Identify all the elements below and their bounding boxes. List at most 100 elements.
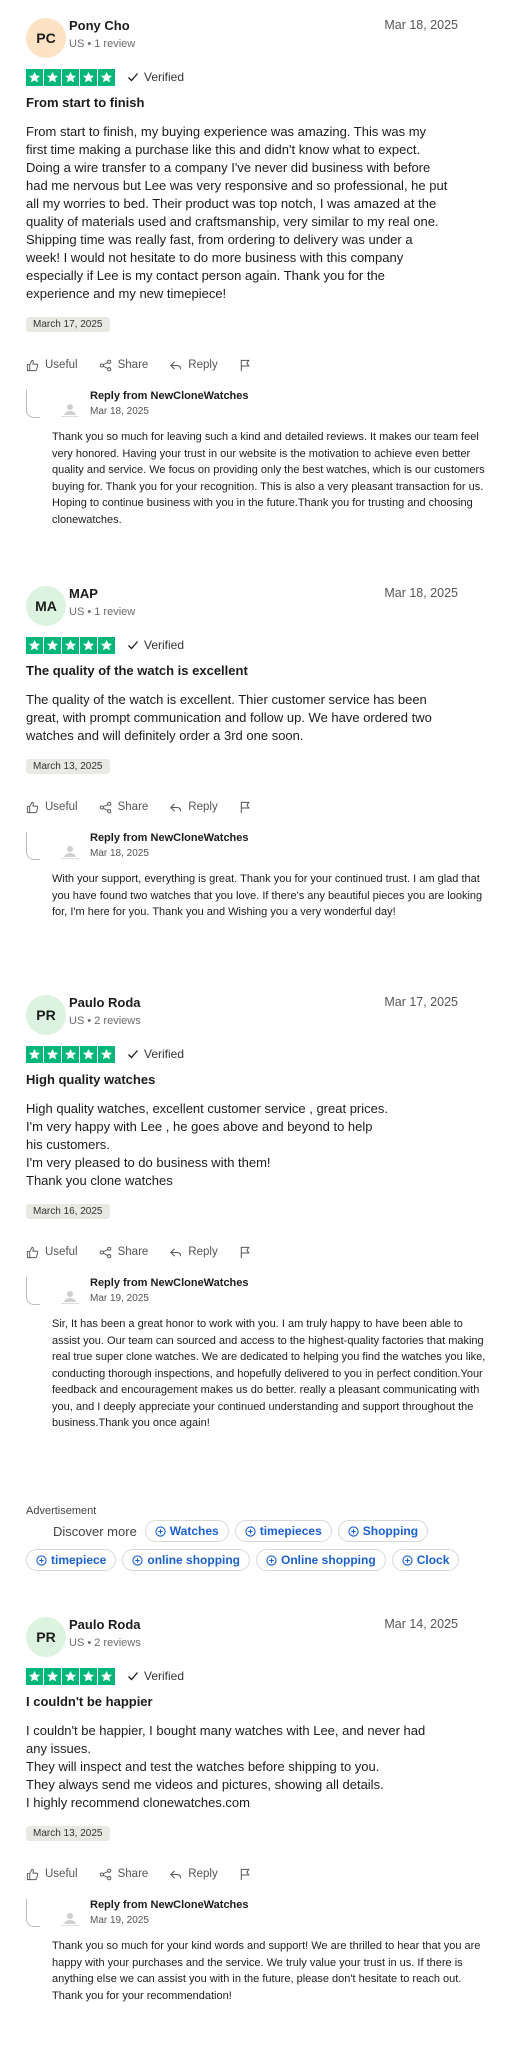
reply-from: Reply from NewCloneWatches	[90, 1899, 249, 1911]
star-icon	[98, 636, 115, 654]
plus-circle-icon	[245, 1525, 256, 1537]
flag-icon	[240, 1246, 250, 1258]
flag-icon	[240, 1868, 250, 1880]
star-icon	[98, 1667, 115, 1685]
avatar[interactable]: PC	[26, 18, 66, 58]
reply-text: With your support, everything is great. …	[52, 873, 483, 918]
reply-date: Mar 18, 2025	[90, 848, 149, 859]
ad-chip-watches[interactable]: Watches	[144, 1520, 229, 1542]
share-label: Share	[117, 801, 149, 813]
report-button[interactable]	[239, 1868, 258, 1881]
useful-button[interactable]: Useful	[26, 801, 78, 814]
star-icon	[80, 636, 97, 654]
review-date: Mar 18, 2025	[384, 586, 458, 600]
reply-header: Reply from NewCloneWatches Mar 18, 2025	[52, 390, 486, 424]
share-button[interactable]: Share	[99, 1246, 149, 1259]
ad-chip-shopping[interactable]: Shopping	[337, 1520, 429, 1542]
ad-chip-online-shopping[interactable]: online shopping	[122, 1549, 251, 1571]
reply-arrow-icon	[170, 360, 182, 370]
verified-label: Verified	[144, 1669, 185, 1683]
ad-chip-row: Discover more Watches timepieces Shoppin…	[26, 1520, 434, 1542]
report-button[interactable]	[239, 359, 258, 372]
review-title[interactable]: I couldn't be happier	[26, 1693, 486, 1711]
share-button[interactable]: Share	[99, 1868, 149, 1881]
star-icon	[62, 1667, 79, 1685]
review-body: The quality of the watch is excellent. T…	[26, 692, 432, 743]
star-icon	[80, 1045, 97, 1063]
ad-chip-timepiece[interactable]: timepiece	[26, 1549, 117, 1571]
plus-circle-icon	[266, 1554, 277, 1566]
share-button[interactable]: Share	[99, 359, 148, 372]
company-reply: Reply from NewCloneWatches Mar 19, 2025 …	[26, 1899, 486, 2004]
reviewer-name[interactable]: Pony Cho	[69, 18, 130, 33]
review-date: Mar 14, 2025	[384, 1617, 458, 1631]
share-icon	[99, 801, 111, 813]
useful-label: Useful	[45, 359, 78, 371]
company-avatar-icon	[61, 1913, 79, 1926]
review-header: MA MAP US • 1 review Mar 18, 2025	[0, 582, 512, 632]
share-label: Share	[117, 1246, 149, 1258]
plus-circle-icon	[348, 1525, 359, 1537]
review-actions: Useful Share Reply	[26, 356, 512, 374]
star-rating	[26, 1667, 115, 1685]
star-icon	[26, 636, 43, 654]
check-icon	[128, 1050, 138, 1059]
star-icon	[80, 1667, 97, 1685]
company-avatar-icon	[61, 1291, 79, 1304]
ad-label: Advertisement	[26, 1505, 97, 1517]
reviewer-name[interactable]: MAP	[69, 586, 98, 601]
ad-chip-timepieces[interactable]: timepieces	[234, 1520, 332, 1542]
avatar[interactable]: PR	[26, 995, 66, 1035]
rating-row: Verified	[26, 1041, 512, 1067]
reply-connector	[26, 832, 40, 860]
verified-label: Verified	[144, 70, 185, 84]
ad-chip-clock[interactable]: Clock	[391, 1549, 460, 1571]
plus-circle-icon	[132, 1554, 143, 1566]
review-title[interactable]: High quality watches	[26, 1071, 486, 1089]
star-icon	[44, 636, 61, 654]
reviewer-name[interactable]: Paulo Roda	[69, 995, 141, 1010]
ad-chip-online-shopping-2[interactable]: Online shopping	[256, 1549, 386, 1571]
star-icon	[44, 68, 61, 86]
useful-button[interactable]: Useful	[26, 359, 78, 372]
reply-text: Thank you so much for your kind words an…	[52, 1940, 481, 2002]
review-title[interactable]: The quality of the watch is excellent	[26, 662, 486, 680]
review-date: Mar 17, 2025	[384, 995, 458, 1009]
star-icon	[26, 1045, 43, 1063]
review-date: Mar 18, 2025	[384, 18, 458, 32]
reply-button[interactable]: Reply	[169, 1246, 218, 1259]
company-reply: Reply from NewCloneWatches Mar 18, 2025 …	[26, 390, 486, 528]
experience-date: March 16, 2025	[26, 1204, 110, 1219]
share-button[interactable]: Share	[99, 801, 149, 814]
rating-row: Verified	[26, 632, 512, 658]
avatar[interactable]: PR	[26, 1617, 66, 1657]
report-button[interactable]	[239, 1246, 258, 1259]
plus-circle-icon	[36, 1554, 47, 1566]
report-button[interactable]	[239, 801, 258, 814]
experience-date: March 13, 2025	[26, 759, 110, 774]
reply-button[interactable]: Reply	[169, 1868, 218, 1881]
review-title[interactable]: From start to finish	[26, 94, 486, 112]
discover-more-label: Discover more	[53, 1523, 137, 1539]
avatar[interactable]: MA	[26, 586, 66, 626]
star-icon	[80, 68, 97, 86]
useful-label: Useful	[45, 1868, 78, 1880]
reviewer-name[interactable]: Paulo Roda	[69, 1617, 141, 1632]
star-icon	[62, 68, 79, 86]
reviewer-meta: US • 2 reviews	[69, 1637, 141, 1649]
reply-from: Reply from NewCloneWatches	[90, 1277, 249, 1289]
useful-label: Useful	[45, 801, 78, 813]
share-label: Share	[117, 1868, 149, 1880]
review-body: From start to finish, my buying experien…	[26, 124, 448, 301]
star-rating	[26, 636, 115, 654]
experience-date: March 17, 2025	[26, 317, 110, 332]
company-avatar-icon	[61, 846, 79, 859]
reply-button[interactable]: Reply	[169, 359, 218, 372]
review-header: PC Pony Cho US • 1 review Mar 18, 2025	[0, 14, 512, 64]
ad-chip-label: timepieces	[259, 1524, 322, 1538]
useful-button[interactable]: Useful	[26, 1868, 78, 1881]
reply-button[interactable]: Reply	[169, 801, 218, 814]
star-icon	[98, 1045, 115, 1063]
useful-button[interactable]: Useful	[26, 1246, 78, 1259]
reply-from: Reply from NewCloneWatches	[90, 390, 249, 402]
